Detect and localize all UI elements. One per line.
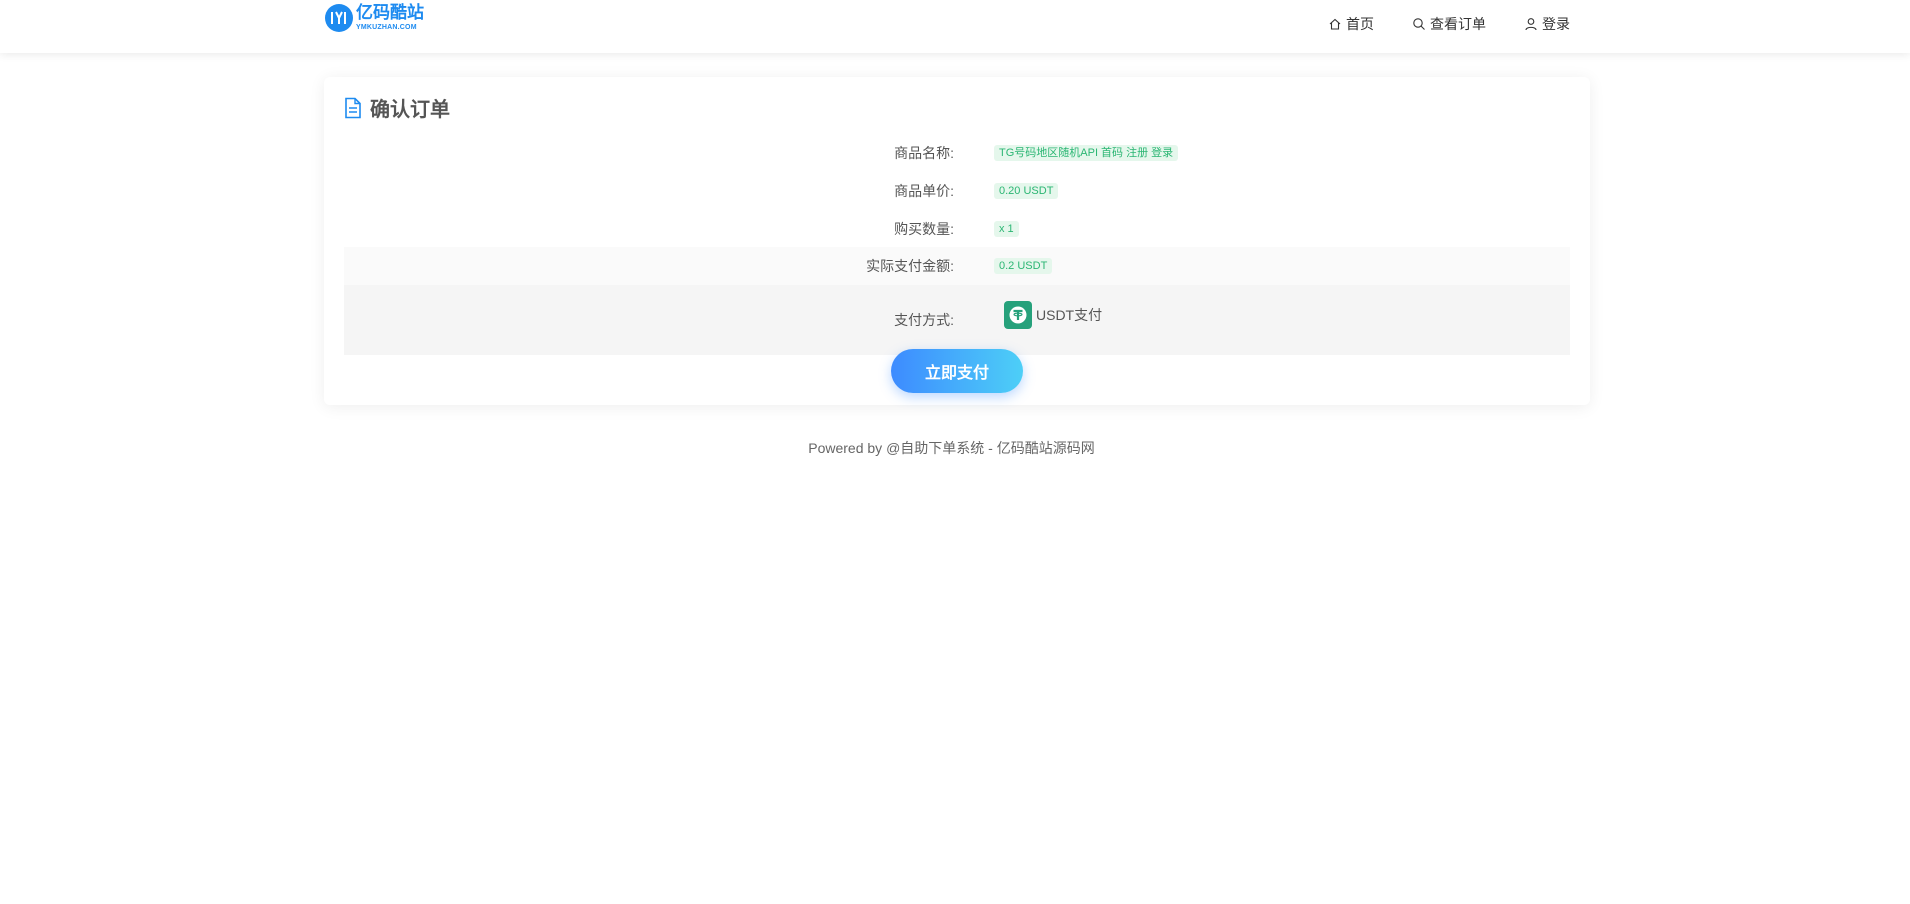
unit-price-label: 商品单价: (894, 183, 954, 199)
main-nav: 首页 查看订单 登录 (1290, 14, 1570, 34)
order-card: 确认订单 商品名称: TG号码地区随机API 首码 注册 登录 商品单价: 0.… (324, 77, 1590, 405)
payment-method-name: USDT支付 (1036, 307, 1103, 323)
quantity-value: x 1 (994, 221, 1019, 237)
nav-home-label: 首页 (1346, 16, 1374, 32)
unit-price-value: 0.20 USDT (994, 183, 1059, 199)
nav-login-label: 登录 (1542, 16, 1570, 32)
product-name-value: TG号码地区随机API 首码 注册 登录 (994, 145, 1179, 161)
logo-icon (325, 4, 353, 32)
logo-text: 亿码酷站 YMKUZHAN.COM (356, 3, 424, 32)
payment-method-label: 支付方式: (894, 312, 954, 328)
nav-login[interactable]: 登录 (1524, 14, 1570, 34)
nav-orders[interactable]: 查看订单 (1412, 14, 1486, 34)
home-icon (1329, 18, 1341, 30)
row-quantity: 购买数量: x 1 (344, 215, 1570, 243)
usdt-icon (1004, 301, 1032, 329)
site-logo[interactable]: 亿码酷站 YMKUZHAN.COM (325, 2, 424, 34)
product-name-label: 商品名称: (894, 145, 954, 161)
logo-title: 亿码酷站 (356, 3, 424, 23)
document-icon (345, 97, 361, 118)
row-payment-method: 支付方式: USDT支付 (344, 285, 1570, 355)
pay-now-button[interactable]: 立即支付 (891, 349, 1023, 393)
nav-home[interactable]: 首页 (1328, 14, 1374, 34)
order-title-text: 确认订单 (370, 99, 450, 121)
row-unit-price: 商品单价: 0.20 USDT (344, 177, 1570, 205)
logo-subtitle: YMKUZHAN.COM (356, 24, 417, 31)
total-amount-value: 0.2 USDT (994, 258, 1053, 274)
search-icon (1413, 18, 1425, 30)
row-product-name: 商品名称: TG号码地区随机API 首码 注册 登录 (344, 139, 1570, 167)
payment-option-usdt[interactable]: USDT支付 (1004, 301, 1102, 329)
footer-text: Powered by @自助下单系统 - 亿码酷站源码网 (808, 440, 1095, 456)
order-title: 确认订单 (344, 93, 450, 122)
top-navbar: 亿码酷站 YMKUZHAN.COM 首页 查看订单 登录 (0, 0, 1910, 53)
nav-orders-label: 查看订单 (1430, 16, 1486, 32)
row-total-amount: 实际支付金额: 0.2 USDT (344, 247, 1570, 285)
quantity-label: 购买数量: (894, 221, 954, 237)
total-amount-label: 实际支付金额: (866, 258, 954, 274)
user-icon (1525, 18, 1537, 31)
